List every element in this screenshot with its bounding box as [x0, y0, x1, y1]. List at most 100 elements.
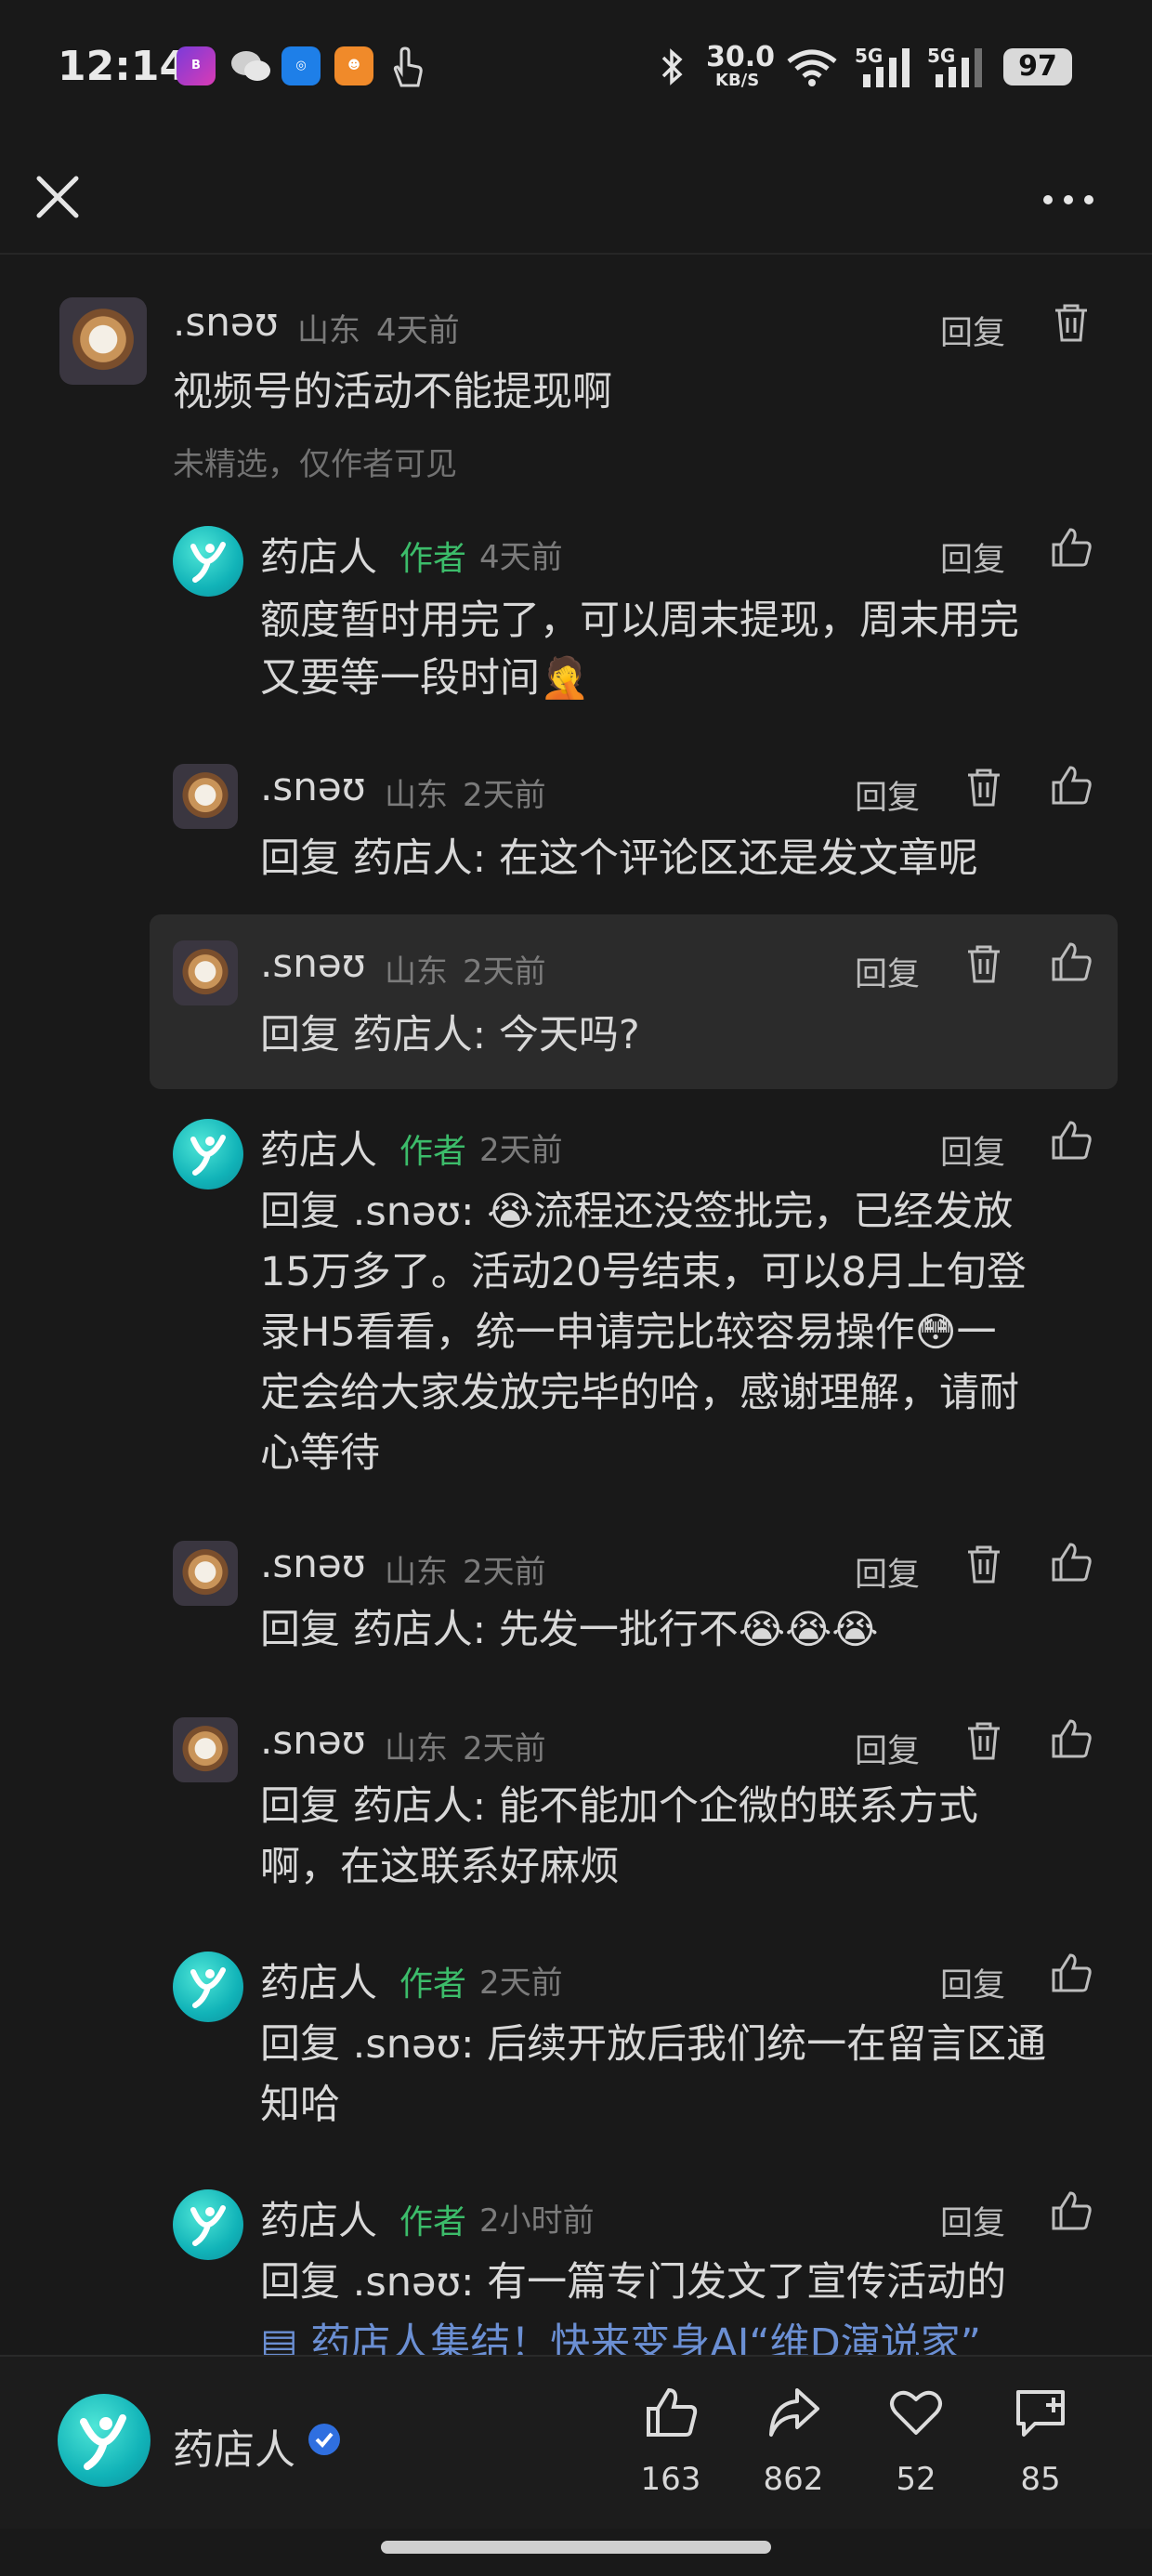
comment-text: 回复 .snəʊ: 有一篇专门发文了宣传活动的 — [260, 2259, 1007, 2306]
like-icon[interactable] — [1050, 764, 1093, 807]
delete-icon[interactable] — [1050, 301, 1093, 344]
comment-location: 山东 — [385, 777, 448, 814]
user-avatar[interactable] — [173, 1717, 238, 1782]
comment-text: 15万多了。活动20号结束，可以8月上旬登 — [260, 1249, 1027, 1295]
delete-icon[interactable] — [962, 942, 1005, 985]
comment-add-icon — [1016, 2390, 1065, 2437]
comment-text: 回复 药店人: 能不能加个企微的联系方式 — [260, 1783, 978, 1830]
comment-text: 录H5看看，统一申请完比较容易操作😳一 — [260, 1309, 997, 1356]
status-bar: 12:14 B ◎ ☻ 30.0 KB/S 5G 5G 97 — [0, 0, 1152, 139]
comment-text: 心等待 — [260, 1430, 380, 1477]
user-avatar[interactable] — [173, 764, 238, 829]
reply-button[interactable]: 回复 — [940, 1126, 1005, 1174]
more-button[interactable] — [1036, 181, 1101, 218]
comment-username[interactable]: .snəʊ — [173, 299, 279, 345]
home-indicator[interactable] — [381, 2541, 771, 2554]
comment-location: 山东 — [385, 1554, 448, 1591]
comment-text: 回复 药店人: 在这个评论区还是发文章呢 — [260, 835, 978, 882]
comment-username[interactable]: 药店人 — [260, 526, 377, 583]
comment-text: 回复 药店人: 今天吗? — [260, 1012, 640, 1058]
comment-time: 2小时前 — [479, 2202, 595, 2240]
verified-badge-icon — [307, 2422, 342, 2457]
reply-button[interactable]: 回复 — [855, 1725, 920, 1772]
video-app-icon: ☻ — [334, 46, 373, 85]
favorite-button[interactable] — [888, 2385, 944, 2440]
comment-location: 山东 — [385, 1730, 448, 1768]
close-button[interactable] — [28, 167, 87, 227]
author-avatar[interactable] — [173, 2189, 243, 2260]
comment-visibility-hint: 未精选，仅作者可见 — [173, 446, 457, 483]
reply-button[interactable]: 回复 — [855, 948, 920, 995]
network-speed-unit: KB/S — [715, 71, 760, 90]
account-name[interactable]: 药店人 — [173, 2416, 295, 2476]
user-avatar[interactable] — [173, 1541, 238, 1606]
bottom-bar: 药店人 163 862 52 85 — [0, 2355, 1152, 2529]
like-icon[interactable] — [1050, 526, 1093, 569]
more-icon — [1043, 195, 1093, 204]
wifi-icon — [785, 48, 839, 87]
comment-time: 2天前 — [463, 1554, 546, 1591]
reply-button[interactable]: 回复 — [940, 533, 1005, 581]
comment-username[interactable]: .snəʊ — [260, 1541, 366, 1586]
file-app-icon: ◎ — [281, 46, 321, 85]
comment-text: 知哈 — [260, 2082, 340, 2128]
comment-text: 视频号的活动不能提现啊 — [173, 369, 612, 415]
reply-button[interactable]: 回复 — [940, 2197, 1005, 2244]
comment-text: 回复 药店人: 先发一批行不😭😭😭 — [260, 1607, 879, 1653]
like-icon[interactable] — [1050, 1541, 1093, 1584]
comment-username[interactable]: 药店人 — [260, 1952, 377, 2008]
reply-button[interactable]: 回复 — [940, 307, 1005, 354]
user-avatar[interactable] — [59, 297, 147, 385]
comment-username[interactable]: .snəʊ — [260, 764, 366, 809]
account-avatar[interactable] — [58, 2394, 151, 2487]
author-avatar[interactable] — [173, 1119, 243, 1189]
like-icon[interactable] — [1050, 1952, 1093, 1994]
clock: 12:14 — [58, 43, 189, 90]
share-button[interactable] — [766, 2385, 821, 2440]
touch-icon — [386, 45, 427, 89]
article-link-text: 药店人集结！快来变身AI“维D演说家” — [310, 2320, 982, 2355]
user-avatar[interactable] — [173, 940, 238, 1005]
comment-text: 定会给大家发放完毕的哈，感谢理解，请耐 — [260, 1370, 1019, 1416]
thumbs-up-icon — [647, 2387, 698, 2437]
share-count: 862 — [763, 2461, 824, 2498]
delete-icon[interactable] — [962, 1719, 1005, 1762]
article-link[interactable]: ▤ 药店人集结！快来变身AI“维D演说家” — [260, 2314, 1096, 2355]
bluetooth-icon — [660, 46, 686, 87]
comment-username[interactable]: 药店人 — [260, 1119, 377, 1176]
comment-username[interactable]: .snəʊ — [260, 940, 366, 986]
comment-time: 2天前 — [479, 1965, 563, 2002]
signal-icon-1 — [859, 46, 915, 89]
bank-app-icon: B — [177, 46, 216, 85]
like-button[interactable] — [643, 2385, 699, 2440]
like-icon[interactable] — [1050, 940, 1093, 983]
reply-button[interactable]: 回复 — [940, 1959, 1005, 2006]
comment-text: 回复 .snəʊ: 😭流程还没签批完，已经发放 — [260, 1189, 1014, 1235]
comment-time: 2天前 — [463, 777, 546, 814]
author-avatar[interactable] — [173, 526, 243, 597]
like-icon[interactable] — [1050, 2189, 1093, 2232]
comment-text: 回复 .snəʊ: 后续开放后我们统一在留言区通 — [260, 2021, 1047, 2068]
delete-icon[interactable] — [962, 766, 1005, 808]
like-icon[interactable] — [1050, 1717, 1093, 1760]
like-icon[interactable] — [1050, 1119, 1093, 1162]
network-speed: 30.0 — [706, 41, 776, 73]
comment-location: 山东 — [297, 312, 360, 349]
comment-text: 额度暂时用完了，可以周末提现，周末用完 — [260, 598, 1019, 644]
share-icon — [769, 2388, 819, 2437]
comment-count: 85 — [1020, 2461, 1061, 2498]
comment-button[interactable] — [1013, 2385, 1068, 2440]
comment-text: 啊，在这联系好麻烦 — [260, 1844, 620, 1890]
comment-username[interactable]: .snəʊ — [260, 1717, 366, 1763]
comment-username[interactable]: 药店人 — [260, 2189, 377, 2246]
comment-time: 2天前 — [463, 953, 546, 991]
author-tag: 作者 — [399, 540, 467, 578]
wechat-icon — [229, 46, 272, 85]
reply-button[interactable]: 回复 — [855, 1548, 920, 1596]
comment-time: 2天前 — [479, 1132, 563, 1169]
comment-text: 又要等一段时间🤦 — [260, 655, 590, 702]
delete-icon[interactable] — [962, 1543, 1005, 1585]
author-avatar[interactable] — [173, 1952, 243, 2022]
reply-button[interactable]: 回复 — [855, 771, 920, 819]
close-icon — [36, 176, 79, 218]
